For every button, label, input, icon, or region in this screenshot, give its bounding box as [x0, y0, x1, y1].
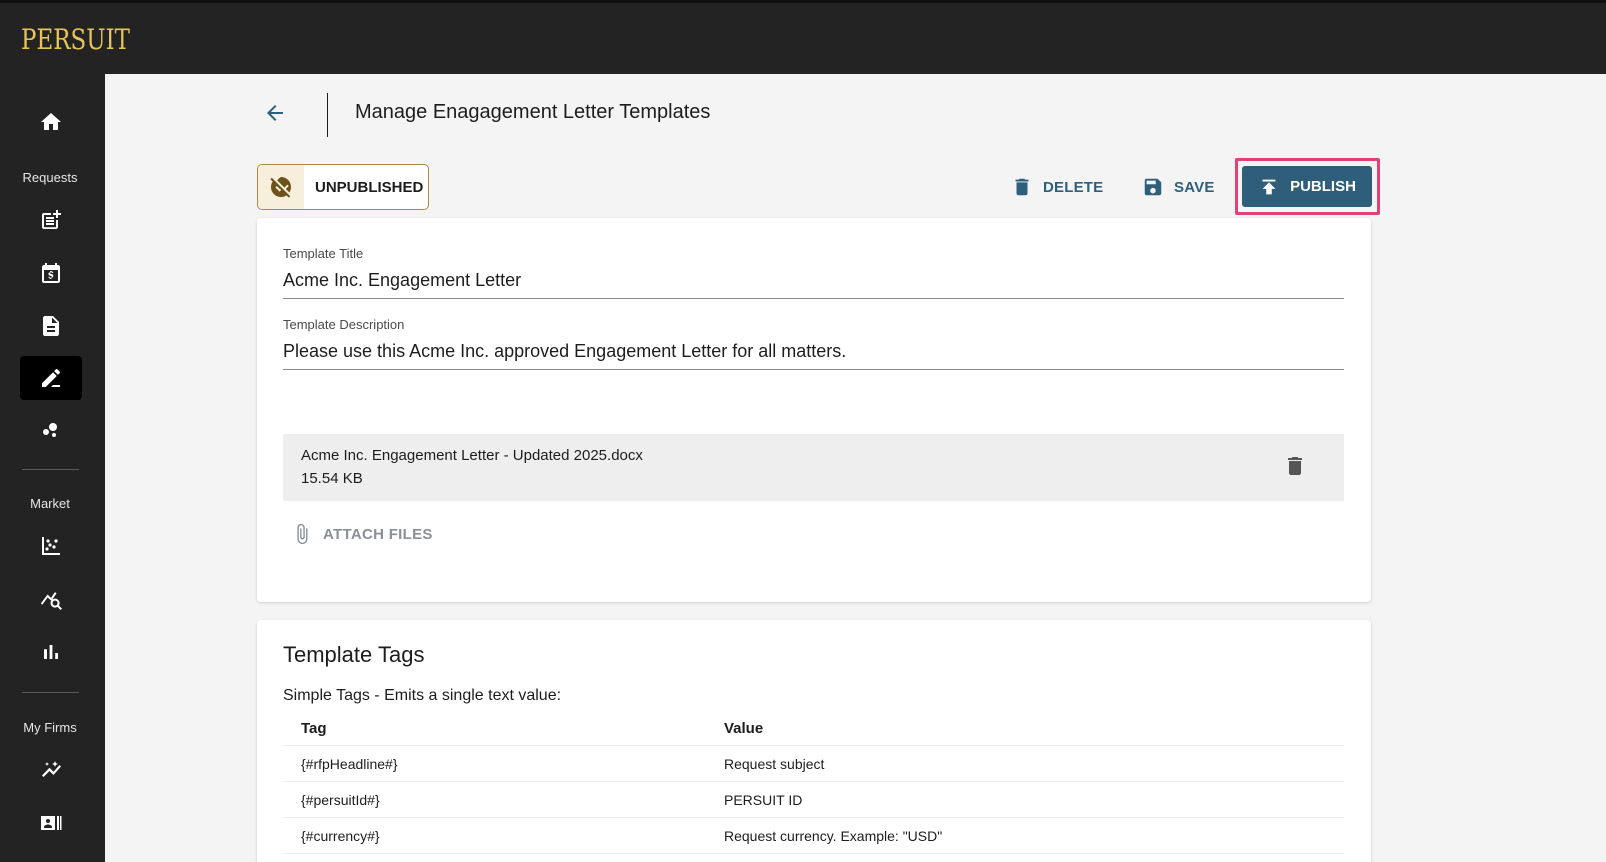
save-button[interactable]: SAVE [1142, 168, 1215, 206]
status-text: UNPUBLISHED [315, 178, 424, 196]
file-size: 15.54 KB [301, 470, 363, 487]
template-title-input[interactable]: Acme Inc. Engagement Letter [283, 270, 521, 291]
attach-files-button[interactable]: ATTACH FILES [291, 523, 433, 545]
template-form-card: Template Title Acme Inc. Engagement Lett… [257, 218, 1371, 602]
file-name[interactable]: Acme Inc. Engagement Letter - Updated 20… [301, 447, 643, 464]
paperclip-icon [297, 523, 308, 545]
template-description-label: Template Description [283, 317, 405, 332]
top-bar: PERSUIT [0, 0, 1606, 74]
trash-icon [1288, 457, 1302, 475]
sidebar-divider [22, 469, 79, 470]
template-description-input[interactable]: Please use this Acme Inc. approved Engag… [283, 341, 846, 362]
sidebar-item-market-bars[interactable] [20, 630, 82, 674]
sidebar-section-requests: Requests [22, 170, 78, 185]
tag-cell: {#rfpHeadline#} [301, 756, 398, 772]
sidebar-item-market-analysis[interactable] [20, 577, 82, 621]
value-cell: PERSUIT ID [724, 792, 803, 808]
template-tags-card: Template Tags Simple Tags - Emits a sing… [257, 620, 1371, 862]
delete-file-button[interactable] [1283, 454, 1307, 478]
table-row: {#currency#} Request currency. Example: … [283, 818, 1344, 854]
status-badge: UNPUBLISHED [257, 164, 429, 210]
document-icon [43, 316, 59, 336]
home-icon [41, 113, 61, 130]
sidebar-section-market: Market [30, 496, 70, 511]
page-title: Manage Enagagement Letter Templates [355, 101, 711, 123]
post-add-icon [42, 210, 61, 229]
sidebar-item-bubbles[interactable] [20, 408, 82, 452]
value-cell: Request subject [724, 756, 825, 772]
tags-subtitle: Simple Tags - Emits a single text value: [283, 687, 562, 704]
column-header-value: Value [724, 720, 764, 737]
bubbles-icon [43, 423, 57, 437]
contact-card-icon [41, 816, 62, 830]
sidebar: Requests Market My Firms [0, 74, 105, 862]
title-divider [327, 93, 328, 137]
template-title-underline [283, 298, 1344, 299]
value-cell: Request currency. Example: "USD" [724, 828, 943, 844]
calendar-dollar-icon [42, 263, 60, 283]
attach-files-label: ATTACH FILES [323, 525, 433, 543]
template-description-underline [283, 369, 1344, 370]
back-button[interactable] [263, 101, 287, 125]
sidebar-item-billing[interactable] [20, 251, 82, 295]
persuit-logo[interactable]: PERSUIT [21, 23, 130, 56]
attached-file: Acme Inc. Engagement Letter - Updated 20… [283, 434, 1344, 501]
table-row: {#rfpHeadline#} Request subject [283, 746, 1344, 782]
edit-signature-icon [42, 368, 61, 387]
sidebar-item-firm-directory[interactable] [20, 801, 82, 845]
template-title-label: Template Title [283, 246, 364, 261]
tags-title: Template Tags [283, 642, 425, 667]
query-stats-icon [40, 592, 62, 610]
publish-icon [1262, 179, 1276, 194]
tag-cell: {#persuitId#} [301, 792, 380, 808]
insights-icon [42, 761, 61, 777]
sidebar-item-engagement-letters[interactable] [20, 356, 82, 400]
bar-chart-icon [44, 645, 58, 659]
sidebar-item-market-scatter[interactable] [20, 524, 82, 568]
tag-cell: {#currency#} [301, 828, 380, 844]
sidebar-item-firm-insights[interactable] [20, 748, 82, 792]
column-header-tag: Tag [301, 720, 327, 737]
sidebar-item-documents[interactable] [20, 304, 82, 348]
publish-label: PUBLISH [1290, 178, 1356, 195]
tags-table: Tag Value {#rfpHeadline#} Request subjec… [283, 710, 1344, 854]
save-label: SAVE [1174, 178, 1215, 196]
scatter-chart-icon [42, 537, 60, 555]
sidebar-item-home[interactable] [20, 100, 82, 144]
arrow-back-icon [267, 105, 283, 121]
save-icon [1144, 178, 1162, 196]
table-header-row: Tag Value [283, 710, 1344, 746]
trash-icon [1015, 178, 1029, 196]
delete-button[interactable]: DELETE [1011, 168, 1103, 206]
sidebar-section-my-firms: My Firms [23, 720, 77, 735]
sidebar-item-new-request[interactable] [20, 198, 82, 242]
status-icon-wrap [258, 165, 304, 209]
publish-button[interactable]: PUBLISH [1242, 166, 1372, 207]
sidebar-divider [22, 692, 79, 693]
unpublished-icon [270, 177, 291, 198]
table-row: {#persuitId#} PERSUIT ID [283, 782, 1344, 818]
delete-label: DELETE [1043, 178, 1104, 196]
